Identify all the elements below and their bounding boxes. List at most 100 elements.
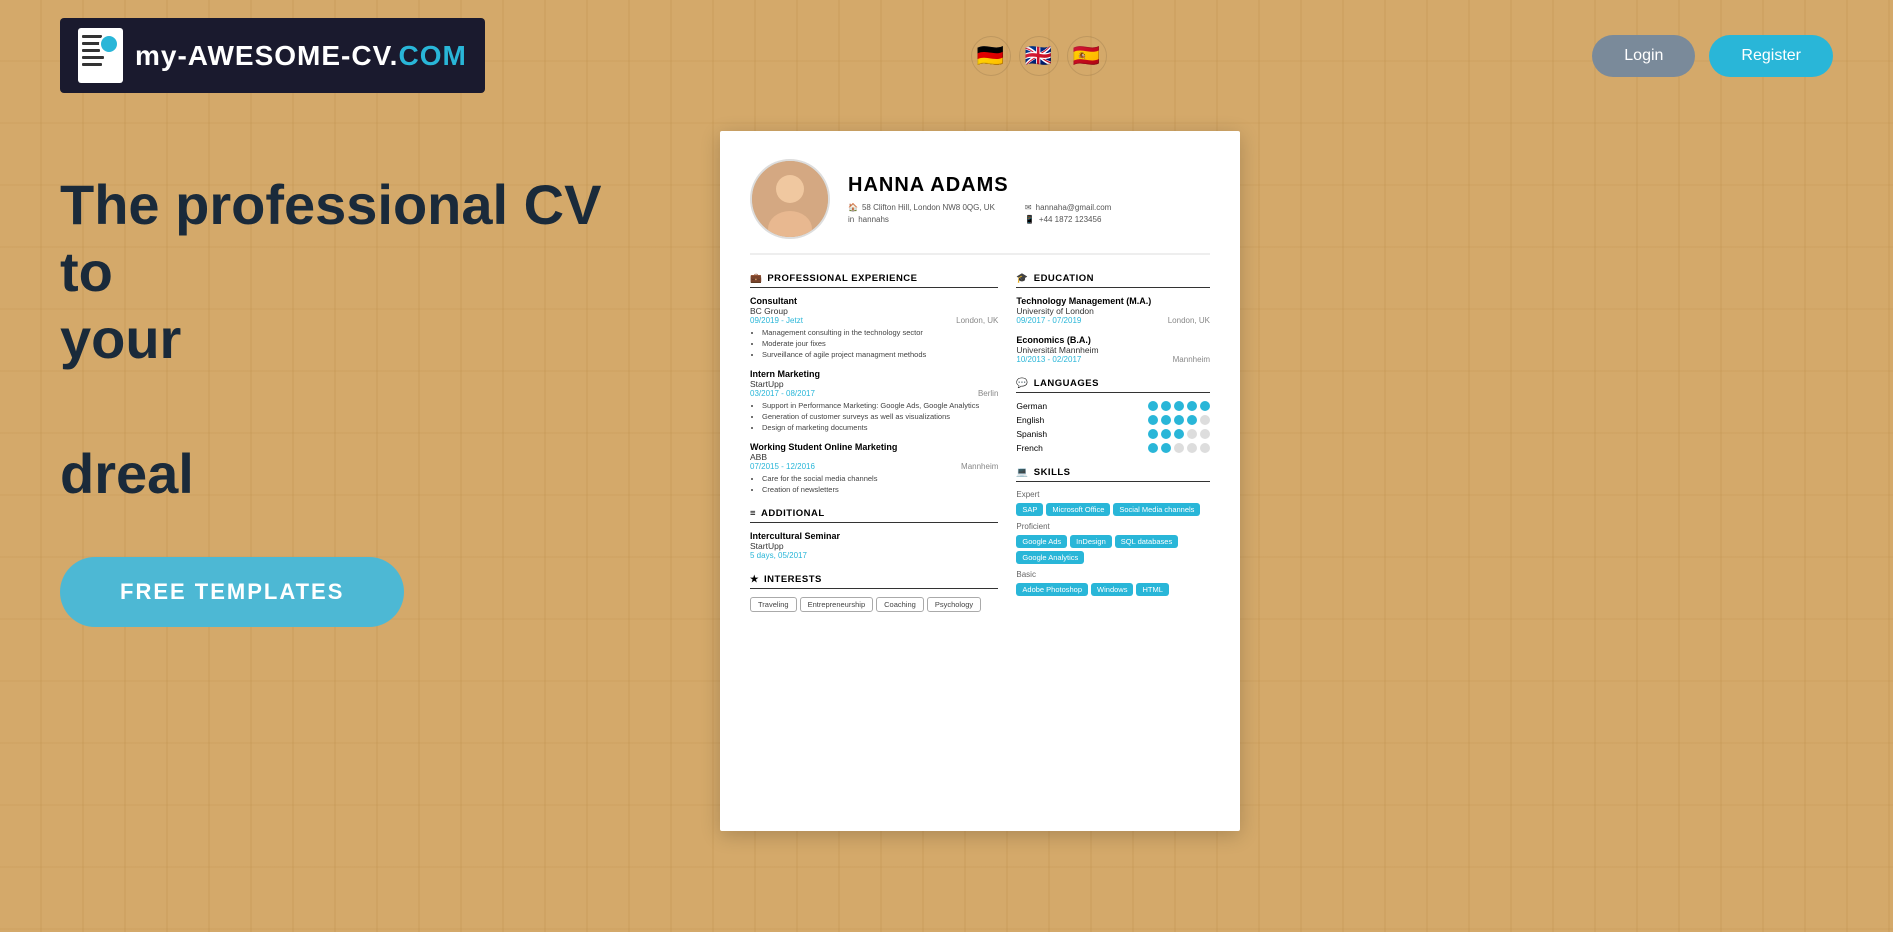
bullet: Generation of customer surveys as well a… — [762, 412, 998, 421]
briefcase-icon: 💼 — [750, 273, 762, 284]
additional-item-0: Intercultural Seminar StartUpp 5 days, 0… — [750, 531, 998, 560]
dot-empty — [1200, 415, 1210, 425]
bullet: Moderate jour fixes — [762, 339, 998, 348]
dot-empty — [1174, 443, 1184, 453]
education-item-1: Economics (B.A.) Universität Mannheim 10… — [1016, 335, 1210, 364]
flag-spanish[interactable]: 🇪🇸 — [1067, 36, 1107, 76]
flag-english[interactable]: 🇬🇧 — [1019, 36, 1059, 76]
dot — [1187, 415, 1197, 425]
bullet: Care for the social media channels — [762, 474, 998, 483]
dot-empty — [1187, 443, 1197, 453]
language-selector: 🇩🇪 🇬🇧 🇪🇸 — [971, 36, 1107, 76]
hero-title: The professional CV to your dreal — [60, 171, 660, 507]
additional-title: ≡ ADDITIONAL — [750, 508, 998, 523]
proficient-skill-tags: Google Ads InDesign SQL databases Google… — [1016, 535, 1210, 564]
lang-dots — [1148, 443, 1210, 453]
edu-degree-0: Technology Management (M.A.) — [1016, 296, 1210, 306]
logo-text: my-AWESOME-CV.COM — [135, 40, 467, 72]
lang-dots — [1148, 415, 1210, 425]
speech-icon: 💬 — [1016, 378, 1028, 389]
skill-tag: SQL databases — [1115, 535, 1178, 548]
cv-phone: +44 1872 123456 — [1039, 215, 1102, 224]
cv-interests-section: ★ INTERESTS Traveling Entrepreneurship C… — [750, 574, 998, 612]
lang-name: French — [1016, 443, 1071, 453]
free-templates-button[interactable]: FREE TEMPLATES — [60, 557, 404, 627]
logo-icon — [78, 28, 123, 83]
dot — [1161, 443, 1171, 453]
skill-tag: Google Analytics — [1016, 551, 1084, 564]
interest-tag: Psychology — [927, 597, 981, 612]
phone-icon: 📱 — [1025, 215, 1035, 224]
interest-tag: Traveling — [750, 597, 797, 612]
lang-row-english: English — [1016, 415, 1210, 425]
cv-job-2: Working Student Online Marketing ABB 07/… — [750, 442, 998, 494]
skills-title: 💻 SKILLS — [1016, 467, 1210, 482]
cv-additional-section: ≡ ADDITIONAL Intercultural Seminar Start… — [750, 508, 998, 560]
dot — [1161, 429, 1171, 439]
hero-section: The professional CV to your dreal FREE T… — [60, 131, 660, 831]
dot-empty — [1200, 443, 1210, 453]
linkedin-icon: in — [848, 215, 854, 224]
bullet: Support in Performance Marketing: Google… — [762, 401, 998, 410]
job-company-2: ABB — [750, 452, 998, 462]
job-date-2: 07/2015 - 12/2016Mannheim — [750, 462, 998, 471]
logo[interactable]: my-AWESOME-CV.COM — [60, 18, 485, 93]
job-bullets-1: Support in Performance Marketing: Google… — [750, 401, 998, 432]
additional-item-org: StartUpp — [750, 541, 998, 551]
cv-linkedin: hannahs — [858, 215, 889, 224]
bullet: Management consulting in the technology … — [762, 328, 998, 337]
additional-item-date: 5 days, 05/2017 — [750, 551, 998, 560]
skill-tag: InDesign — [1070, 535, 1112, 548]
dot — [1148, 401, 1158, 411]
bullet: Design of marketing documents — [762, 423, 998, 432]
job-bullets-0: Management consulting in the technology … — [750, 328, 998, 359]
header-buttons: Login Register — [1592, 35, 1833, 77]
main-content: The professional CV to your dreal FREE T… — [0, 111, 1893, 831]
additional-item-title: Intercultural Seminar — [750, 531, 998, 541]
edu-degree-1: Economics (B.A.) — [1016, 335, 1210, 345]
lang-row-french: French — [1016, 443, 1210, 453]
edu-school-0: University of London — [1016, 306, 1210, 316]
flag-german[interactable]: 🇩🇪 — [971, 36, 1011, 76]
cv-skills-section: 💻 SKILLS Expert SAP Microsoft Office Soc… — [1016, 467, 1210, 596]
cv-header: HANNA ADAMS 🏠 58 Clifton Hill, London NW… — [750, 159, 1210, 255]
cv-education-section: 🎓 EDUCATION Technology Management (M.A.)… — [1016, 273, 1210, 364]
lang-dots — [1148, 401, 1210, 411]
education-item-0: Technology Management (M.A.) University … — [1016, 296, 1210, 325]
register-button[interactable]: Register — [1709, 35, 1833, 77]
dot — [1187, 401, 1197, 411]
skill-tag: Microsoft Office — [1046, 503, 1110, 516]
lang-dots — [1148, 429, 1210, 439]
cv-left-column: 💼 PROFESSIONAL EXPERIENCE Consultant BC … — [750, 273, 998, 626]
skills-expert-label: Expert — [1016, 490, 1210, 499]
job-title-0: Consultant — [750, 296, 998, 306]
cv-name: HANNA ADAMS — [848, 174, 1111, 197]
lang-name: Spanish — [1016, 429, 1071, 439]
cv-right-column: 🎓 EDUCATION Technology Management (M.A.)… — [1016, 273, 1210, 626]
interest-tags: Traveling Entrepreneurship Coaching Psyc… — [750, 597, 998, 612]
interest-tag: Entrepreneurship — [800, 597, 874, 612]
edu-date-0: 09/2017 - 07/2019London, UK — [1016, 316, 1210, 325]
cv-photo — [750, 159, 830, 239]
login-button[interactable]: Login — [1592, 35, 1695, 77]
lang-name: English — [1016, 415, 1071, 425]
skills-basic-label: Basic — [1016, 570, 1210, 579]
cv-experience-section: 💼 PROFESSIONAL EXPERIENCE Consultant BC … — [750, 273, 998, 494]
edu-date-1: 10/2013 - 02/2017Mannheim — [1016, 355, 1210, 364]
dot — [1200, 401, 1210, 411]
bullet: Surveillance of agile project managment … — [762, 350, 998, 359]
dot — [1174, 401, 1184, 411]
skill-tag: SAP — [1016, 503, 1043, 516]
basic-skill-tags: Adobe Photoshop Windows HTML — [1016, 583, 1210, 596]
dot — [1161, 401, 1171, 411]
job-date-1: 03/2017 - 08/2017Berlin — [750, 389, 998, 398]
experience-title: 💼 PROFESSIONAL EXPERIENCE — [750, 273, 998, 288]
interest-tag: Coaching — [876, 597, 924, 612]
skills-icon: 💻 — [1016, 467, 1028, 478]
skill-tag: Google Ads — [1016, 535, 1067, 548]
cv-preview: HANNA ADAMS 🏠 58 Clifton Hill, London NW… — [720, 131, 1240, 831]
cv-name-block: HANNA ADAMS 🏠 58 Clifton Hill, London NW… — [848, 174, 1111, 224]
skill-tag: HTML — [1136, 583, 1168, 596]
job-date-0: 09/2019 - JetztLondon, UK — [750, 316, 998, 325]
edu-school-1: Universität Mannheim — [1016, 345, 1210, 355]
